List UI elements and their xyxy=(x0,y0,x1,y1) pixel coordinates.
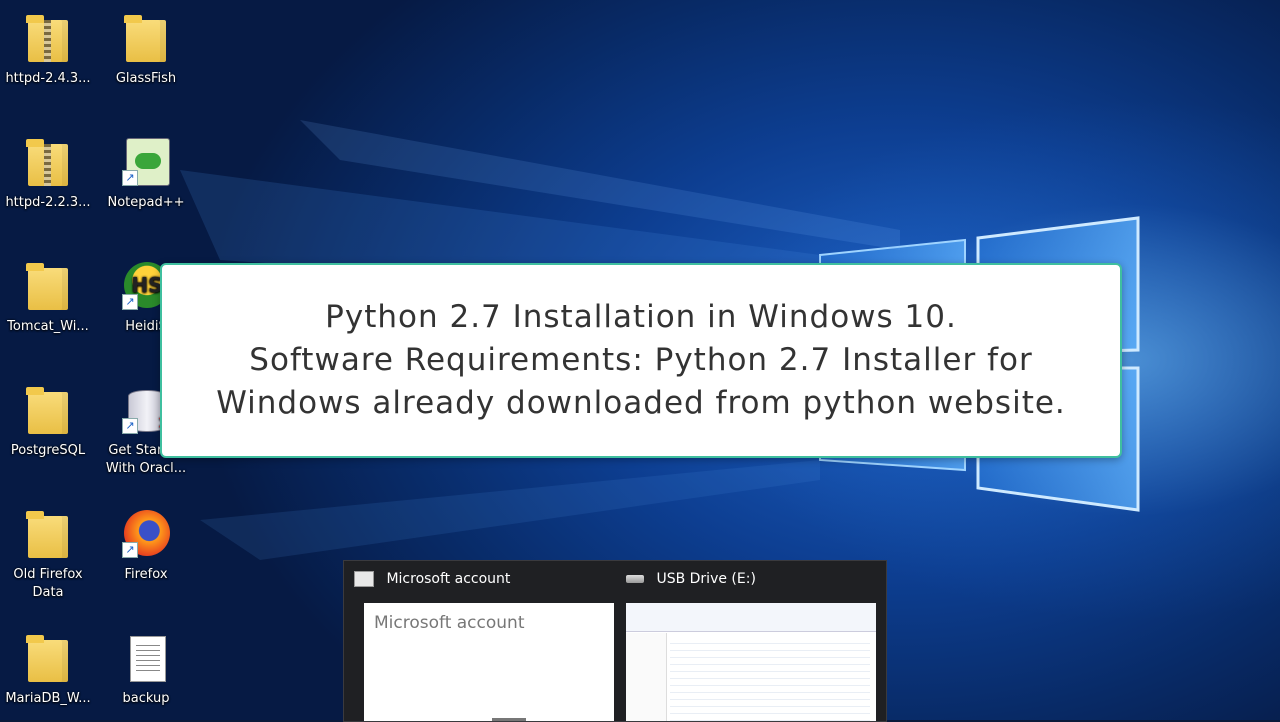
shortcut-arrow-icon: ↗ xyxy=(122,294,138,310)
preview-thumbnail-explorer xyxy=(626,603,876,721)
desktop-icon-label: httpd-2.4.3... xyxy=(5,71,91,86)
tutorial-caption-box: Python 2.7 Installation in Windows 10. S… xyxy=(160,263,1122,458)
desktop-icon-glassfish[interactable]: GlassFish xyxy=(102,12,190,88)
caption-line-3: Windows already downloaded from python w… xyxy=(216,385,1066,421)
preview-thumbnail: Microsoft account xyxy=(364,603,614,721)
thumbnail-text: Microsoft account xyxy=(374,613,525,633)
folder-icon xyxy=(24,260,72,312)
folder-icon xyxy=(24,508,72,560)
folder-icon xyxy=(122,12,170,64)
firefox-icon: ↗ xyxy=(122,508,170,560)
desktop-icon-label: GlassFish xyxy=(115,71,177,86)
explorer-file-list xyxy=(670,637,870,721)
desktop-icon-label: MariaDB_W... xyxy=(5,691,91,706)
preview-title: Microsoft account xyxy=(386,571,511,587)
desktop-icon-firefox[interactable]: ↗ Firefox xyxy=(102,508,190,584)
shortcut-arrow-icon: ↗ xyxy=(122,542,138,558)
desktop-icon-tomcat[interactable]: Tomcat_Wi... xyxy=(4,260,92,336)
window-app-icon xyxy=(354,571,374,587)
preview-microsoft-account[interactable]: Microsoft account Microsoft account xyxy=(344,561,616,721)
zip-folder-icon xyxy=(24,12,72,64)
desktop-icon-label: Tomcat_Wi... xyxy=(7,319,89,334)
folder-icon xyxy=(24,632,72,684)
desktop-icon-notepadpp[interactable]: ↗ Notepad++ xyxy=(102,136,190,212)
desktop-icon-httpd-223[interactable]: httpd-2.2.3... xyxy=(4,136,92,212)
shortcut-arrow-icon: ↗ xyxy=(122,418,138,434)
preview-title: USB Drive (E:) xyxy=(656,571,756,587)
desktop-icon-label: PostgreSQL xyxy=(10,443,86,458)
desktop-icon-old-firefox-data[interactable]: Old Firefox Data xyxy=(4,508,92,602)
explorer-ribbon xyxy=(626,603,876,632)
notepad-plus-plus-icon: ↗ xyxy=(122,136,170,188)
usb-drive-icon xyxy=(626,575,644,583)
caption-line-2: Software Requirements: Python 2.7 Instal… xyxy=(249,342,1033,378)
preview-usb-drive[interactable]: USB Drive (E:) xyxy=(616,561,886,721)
desktop-icon-label: Old Firefox Data xyxy=(13,567,83,600)
desktop-icon-backup[interactable]: backup xyxy=(102,632,190,708)
taskbar-thumbnail-preview: Microsoft account Microsoft account USB … xyxy=(343,560,887,722)
desktop-icon-label: backup xyxy=(122,691,170,706)
caption-line-1: Python 2.7 Installation in Windows 10. xyxy=(325,299,957,335)
folder-icon xyxy=(24,384,72,436)
desktop-icon-label: Notepad++ xyxy=(107,195,185,210)
document-icon xyxy=(122,632,170,684)
desktop-icon-postgresql[interactable]: PostgreSQL xyxy=(4,384,92,460)
desktop-icon-mariadb[interactable]: MariaDB_W... xyxy=(4,632,92,708)
desktop-icon-label: Firefox xyxy=(124,567,168,582)
explorer-navigation-pane xyxy=(626,633,667,721)
shortcut-arrow-icon: ↗ xyxy=(122,170,138,186)
desktop-icon-httpd-243[interactable]: httpd-2.4.3... xyxy=(4,12,92,88)
zip-folder-icon xyxy=(24,136,72,188)
desktop-icon-label: httpd-2.2.3... xyxy=(5,195,91,210)
